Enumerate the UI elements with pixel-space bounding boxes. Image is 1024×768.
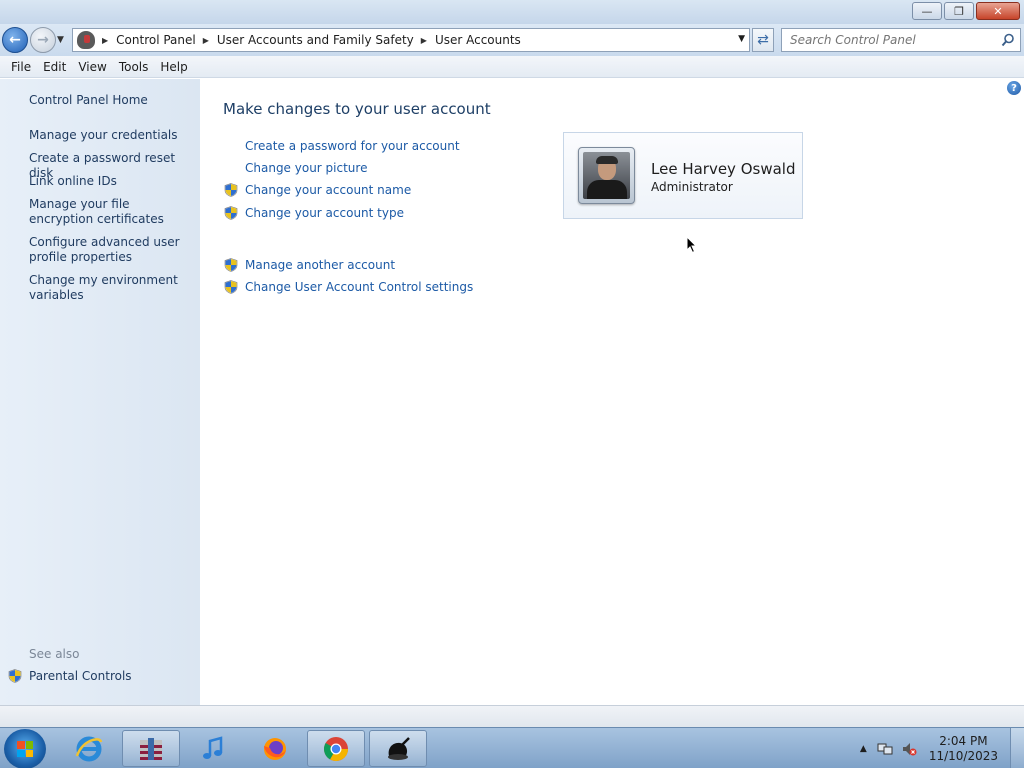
task-label[interactable]: Create a password for your account (245, 139, 460, 153)
volume-muted-icon[interactable] (901, 741, 917, 757)
parental-controls-label[interactable]: Parental Controls (29, 669, 132, 683)
breadcrumb-separator-icon[interactable]: ▶ (421, 36, 427, 45)
itunes-icon[interactable] (184, 730, 242, 767)
account-name: Lee Harvey Oswald (651, 160, 796, 178)
menu-file[interactable]: File (5, 60, 37, 74)
firefox-icon[interactable] (246, 730, 304, 767)
archive-manager-icon[interactable] (122, 730, 180, 767)
start-button[interactable] (4, 729, 46, 768)
windows-logo-icon (17, 741, 33, 757)
app-icon[interactable] (369, 730, 427, 767)
control-panel-home-link[interactable]: Control Panel Home (29, 93, 194, 108)
show-hidden-icons-icon[interactable]: ▲ (860, 744, 867, 754)
refresh-button[interactable]: ⇄ (752, 28, 774, 52)
minimize-button[interactable]: — (912, 2, 942, 20)
clock-date: 11/10/2023 (928, 748, 998, 763)
uac-shield-icon (224, 183, 238, 197)
address-dropdown-icon[interactable]: ▼ (738, 34, 745, 44)
refresh-icon: ⇄ (757, 32, 769, 48)
task-manage-another-account[interactable]: Manage another account (224, 258, 395, 272)
task-change-uac-settings[interactable]: Change User Account Control settings (224, 280, 473, 294)
menu-view[interactable]: View (72, 60, 112, 74)
see-also-heading: See also (29, 647, 80, 661)
task-pane: Control Panel Home Manage your credentia… (0, 79, 200, 705)
back-button[interactable]: ← (2, 27, 28, 53)
help-icon[interactable]: ? (1007, 81, 1021, 95)
status-bar (0, 705, 1024, 727)
configure-advanced-profile-link[interactable]: Configure advanced user profile properti… (29, 235, 194, 265)
address-bar[interactable]: ▶ Control Panel ▶ User Accounts and Fami… (72, 28, 750, 52)
navigation-bar: ← → ▼ ▶ Control Panel ▶ User Accounts an… (0, 24, 1024, 56)
menu-bar: File Edit View Tools Help (0, 56, 1024, 78)
window-title-bar: — ❐ ✕ (0, 0, 1024, 24)
clock-time: 2:04 PM (939, 733, 988, 748)
account-type: Administrator (651, 180, 733, 194)
manage-encryption-certificates-link[interactable]: Manage your file encryption certificates (29, 197, 194, 227)
menu-edit[interactable]: Edit (37, 60, 72, 74)
menu-help[interactable]: Help (154, 60, 193, 74)
change-environment-variables-link[interactable]: Change my environment variables (29, 273, 194, 303)
uac-shield-icon (8, 669, 22, 683)
search-box[interactable] (781, 28, 1021, 52)
close-button[interactable]: ✕ (976, 2, 1020, 20)
uac-shield-icon (224, 206, 238, 220)
uac-shield-icon (224, 258, 238, 272)
task-create-password[interactable]: Create a password for your account (224, 139, 460, 153)
taskbar: ▲ 2:04 PM 11/10/2023 (0, 727, 1024, 768)
system-tray: ▲ 2:04 PM 11/10/2023 (860, 728, 1024, 768)
breadcrumb-user-accounts-family-safety[interactable]: User Accounts and Family Safety (217, 33, 414, 47)
internet-explorer-icon[interactable] (60, 730, 118, 767)
task-change-account-type[interactable]: Change your account type (224, 206, 404, 220)
clock[interactable]: 2:04 PM 11/10/2023 (929, 734, 998, 764)
manage-credentials-link[interactable]: Manage your credentials (29, 128, 194, 143)
task-label[interactable]: Change your account type (245, 206, 404, 220)
link-online-ids-link[interactable]: Link online IDs (29, 174, 194, 189)
page-title: Make changes to your user account (223, 100, 491, 118)
uac-shield-icon (224, 280, 238, 294)
breadcrumb-user-accounts[interactable]: User Accounts (435, 33, 521, 47)
menu-tools[interactable]: Tools (113, 60, 155, 74)
forward-button[interactable]: → (30, 27, 56, 53)
breadcrumb-control-panel[interactable]: Control Panel (116, 33, 196, 47)
avatar[interactable] (578, 147, 635, 204)
task-label[interactable]: Change your account name (245, 183, 411, 197)
task-label[interactable]: Change your picture (245, 161, 367, 175)
chrome-icon[interactable] (307, 730, 365, 767)
network-icon[interactable] (877, 741, 893, 757)
show-desktop-button[interactable] (1010, 728, 1024, 768)
breadcrumb-separator-icon[interactable]: ▶ (102, 36, 108, 45)
restore-button[interactable]: ❐ (944, 2, 974, 20)
parental-controls-link[interactable]: Parental Controls (8, 669, 132, 683)
task-label[interactable]: Manage another account (245, 258, 395, 272)
breadcrumb-separator-icon[interactable]: ▶ (203, 36, 209, 45)
user-account-card: Lee Harvey Oswald Administrator (563, 132, 803, 219)
search-icon[interactable] (1001, 33, 1015, 47)
window-controls: — ❐ ✕ (912, 2, 1020, 20)
task-label[interactable]: Change User Account Control settings (245, 280, 473, 294)
search-input[interactable] (790, 33, 990, 47)
control-panel-icon (77, 31, 95, 49)
mouse-cursor-icon (686, 236, 698, 254)
recent-pages-dropdown-icon[interactable]: ▼ (57, 35, 64, 45)
task-change-picture[interactable]: Change your picture (224, 161, 367, 175)
task-change-account-name[interactable]: Change your account name (224, 183, 411, 197)
